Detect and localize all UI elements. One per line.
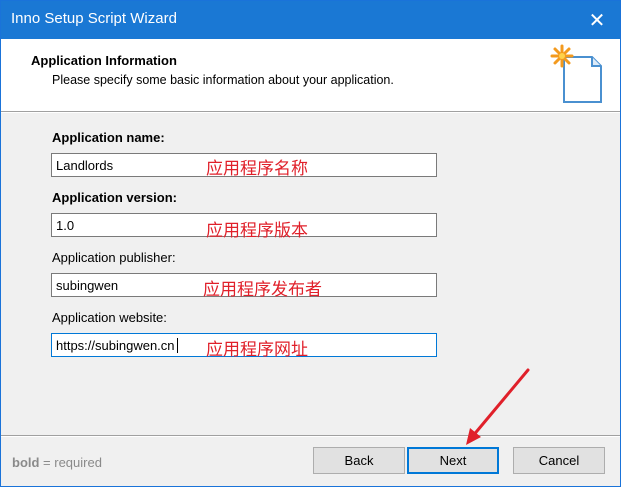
wizard-page-icon bbox=[550, 44, 602, 103]
wizard-window: Inno Setup Script Wizard ✕ Application I… bbox=[0, 0, 621, 487]
app-publisher-annotation: 应用程序发布者 bbox=[203, 280, 322, 300]
required-legend-text: = required bbox=[39, 455, 102, 470]
app-version-annotation: 应用程序版本 bbox=[206, 221, 308, 241]
app-website-label: Application website: bbox=[52, 310, 167, 325]
app-name-input[interactable] bbox=[56, 158, 176, 173]
app-name-annotation: 应用程序名称 bbox=[206, 159, 308, 179]
page-subtitle: Please specify some basic information ab… bbox=[52, 73, 394, 87]
title-bar: Inno Setup Script Wizard ✕ bbox=[1, 1, 620, 39]
page-header: Application Information Please specify s… bbox=[1, 39, 620, 111]
header-divider bbox=[1, 111, 620, 113]
app-website-input[interactable] bbox=[56, 338, 181, 353]
required-legend: bold = required bbox=[12, 455, 102, 470]
next-button[interactable]: Next bbox=[407, 447, 499, 474]
window-title: Inno Setup Script Wizard bbox=[11, 10, 177, 27]
required-legend-bold: bold bbox=[12, 455, 40, 470]
footer-divider bbox=[1, 435, 620, 437]
app-publisher-label: Application publisher: bbox=[52, 250, 176, 265]
app-version-label: Application version: bbox=[52, 190, 177, 205]
cancel-button[interactable]: Cancel bbox=[513, 447, 605, 474]
page-title: Application Information bbox=[31, 53, 177, 68]
back-button[interactable]: Back bbox=[313, 447, 405, 474]
app-name-label: Application name: bbox=[52, 130, 165, 145]
close-icon[interactable]: ✕ bbox=[574, 1, 620, 39]
app-version-input[interactable] bbox=[56, 218, 176, 233]
text-caret bbox=[177, 338, 178, 353]
app-website-annotation: 应用程序网址 bbox=[206, 340, 308, 360]
app-publisher-input[interactable] bbox=[56, 278, 176, 293]
